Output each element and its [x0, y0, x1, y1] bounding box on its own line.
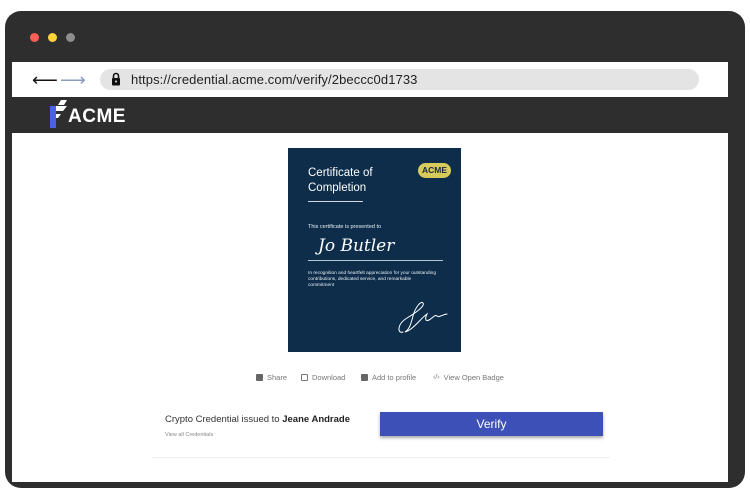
back-arrow-icon[interactable]: ⟵	[32, 71, 58, 89]
minimize-window-dot[interactable]	[48, 33, 57, 42]
certificate-badge: ACME	[418, 163, 451, 178]
verify-button[interactable]: Verify	[380, 412, 603, 436]
acme-logo-icon[interactable]	[47, 100, 69, 129]
view-all-credentials-link[interactable]: View all Credentials	[165, 432, 213, 438]
forward-arrow-icon[interactable]: ⟶	[60, 71, 86, 89]
code-icon: ‹/›	[433, 374, 440, 381]
download-action[interactable]: Download	[301, 373, 345, 382]
certificate-title-underline	[308, 201, 363, 202]
maximize-window-dot[interactable]	[66, 33, 75, 42]
content-divider	[152, 457, 610, 458]
certificate-presented-text: This certificate is presented to	[308, 224, 382, 230]
recipient-underline	[308, 260, 443, 261]
add-to-profile-action[interactable]: Add to profile	[361, 373, 416, 382]
certificate-recipient-name: Jo Butler	[318, 236, 395, 256]
signature-icon	[398, 301, 448, 333]
add-to-profile-icon	[361, 374, 368, 381]
certificate-recognition-text: In recognition and heartfelt appreciatio…	[308, 271, 437, 289]
close-window-dot[interactable]	[30, 33, 39, 42]
view-open-badge-action[interactable]: ‹/› View Open Badge	[433, 373, 504, 382]
lock-icon	[112, 72, 120, 86]
issued-to-name: Jeane Andrade	[282, 414, 350, 425]
download-icon	[301, 374, 308, 381]
url-text: https://credential.acme.com/verify/2becc…	[131, 72, 418, 87]
issued-to-text: Crypto Credential issued to Jeane Andrad…	[165, 414, 350, 425]
certificate-title: Certificate of Completion	[308, 167, 373, 194]
brand-name[interactable]: ACME	[68, 106, 126, 128]
share-action[interactable]: Share	[256, 373, 287, 382]
share-icon	[256, 374, 263, 381]
